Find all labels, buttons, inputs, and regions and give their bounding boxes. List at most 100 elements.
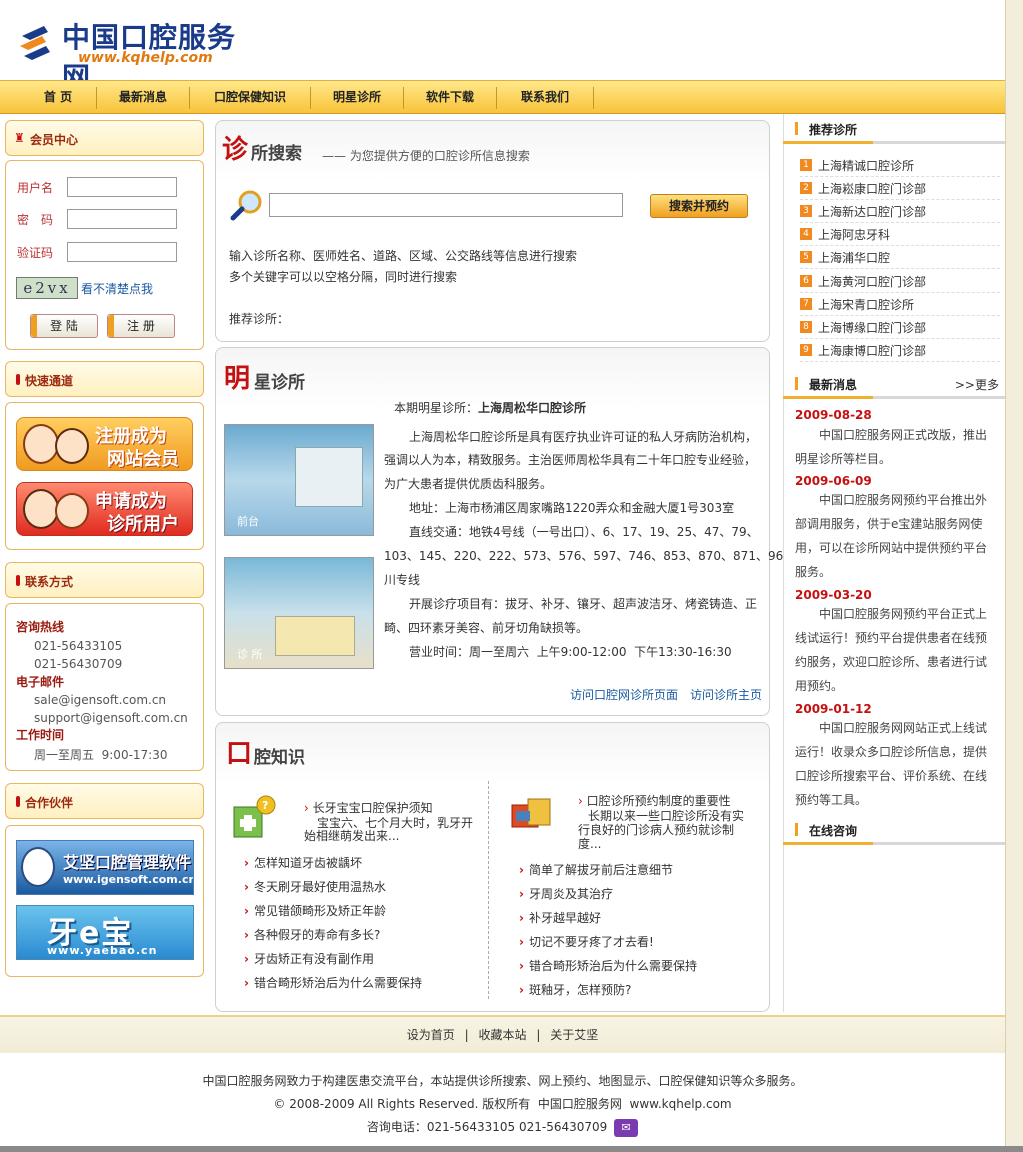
about-link[interactable]: 关于艾坚	[550, 1028, 598, 1042]
news-body[interactable]: 中国口腔服务网预约平台推出外部调用服务，供于e宝建站服务网使用，可以在诊所网站中…	[795, 488, 990, 584]
login-button[interactable]: 登 陆	[30, 314, 98, 338]
boy-face-icon	[55, 428, 89, 464]
set-homepage-link[interactable]: 设为首页	[407, 1028, 455, 1042]
password-label: 密 码	[17, 213, 54, 227]
news-more-link[interactable]: >>更多	[955, 376, 999, 393]
clinic-name: 上海黄河口腔门诊部	[818, 275, 927, 289]
bookmark-link[interactable]: 收藏本站	[478, 1028, 526, 1042]
nav-software[interactable]: 软件下载	[404, 81, 496, 113]
news-date: 2009-01-12	[795, 702, 872, 716]
recommend-item[interactable]: 6 上海黄河口腔门诊部	[800, 270, 1000, 293]
knowledge-link[interactable]: 冬天刷牙最好使用温热水	[244, 878, 386, 895]
knowledge-link[interactable]: 错合畸形矫治后为什么需要保持	[244, 974, 422, 991]
footer-copyright: © 2008-2009 All Rights Reserved. 版权所有 中国…	[273, 1097, 732, 1111]
clinic-photo-reception[interactable]: 前台	[224, 424, 374, 536]
knowledge-link[interactable]: 错合畸形矫治后为什么需要保持	[519, 957, 697, 974]
partner1-url: www.igensoft.com.cn	[63, 873, 194, 886]
magnifier-icon	[230, 190, 262, 221]
nav-contact[interactable]: 联系我们	[497, 81, 593, 113]
nav-star-clinic[interactable]: 明星诊所	[311, 81, 403, 113]
chat-icon[interactable]: ✉	[614, 1118, 639, 1137]
recommend-title: 推荐诊所	[809, 123, 858, 137]
recommend-item[interactable]: 4 上海阿忠牙科	[800, 223, 1000, 246]
nav-news[interactable]: 最新消息	[97, 81, 189, 113]
knowledge-title-big: 口	[226, 739, 253, 769]
title-bar-icon	[795, 823, 798, 836]
feature1-excerpt-2: 始相继萌发出来...	[304, 829, 400, 843]
column-divider	[488, 781, 489, 999]
nav-home[interactable]: 首 页	[20, 81, 96, 113]
news-body[interactable]: 中国口腔服务网网站正式上线试运行！收录众多口腔诊所信息，提供口腔诊所搜索平台、评…	[795, 716, 990, 812]
clinic-name: 上海宋青口腔诊所	[818, 298, 915, 312]
recommend-item[interactable]: 3 上海新达口腔门诊部	[800, 200, 1000, 223]
title-underline	[783, 141, 873, 144]
knowledge-link[interactable]: 怎样知道牙齿被龋坏	[244, 854, 362, 871]
rank-number: 6	[800, 275, 812, 287]
knowledge-link[interactable]: 补牙越早越好	[519, 909, 601, 926]
clinic-kit-icon	[511, 798, 551, 828]
nav-oral-care[interactable]: 口腔保健知识	[190, 81, 310, 113]
phone-2: 021-56430709	[34, 657, 123, 671]
clinic-traffic-2: 103、145、220、222、573、576、597、746、853、870、…	[384, 549, 815, 563]
hotline-label: 咨询热线	[16, 620, 65, 634]
clinic-photo-lobby[interactable]: 诊 所	[224, 557, 374, 669]
feature2-excerpt-3: 度...	[578, 837, 602, 851]
knowledge-link[interactable]: 常见错颌畸形及矫正年龄	[244, 902, 386, 919]
recommend-item[interactable]: 5 上海浦华口腔	[800, 246, 1000, 269]
quick-panel: 注册成为 网站会员 申请成为 诊所用户	[5, 402, 204, 550]
logo-url: www.kqhelp.com	[78, 50, 213, 66]
recommend-item[interactable]: 8 上海博缘口腔门诊部	[800, 316, 1000, 339]
knowledge-link[interactable]: 牙周炎及其治疗	[519, 885, 613, 902]
girl-face-icon	[23, 424, 59, 464]
site-logo[interactable]: 中国口腔服务网 www.kqhelp.com	[18, 14, 248, 94]
knowledge-link[interactable]: 斑釉牙，怎样预防?	[519, 981, 631, 998]
knowledge-link[interactable]: 简单了解拔牙前后注意细节	[519, 861, 673, 878]
register-button[interactable]: 注 册	[107, 314, 175, 338]
news-body[interactable]: 中国口腔服务网预约平台正式上线试运行！预约平台提供患者在线预约服务，欢迎口腔诊所…	[795, 602, 990, 698]
recommend-item[interactable]: 1 上海精诚口腔诊所	[800, 154, 1000, 177]
photo1-caption: 前台	[237, 515, 259, 528]
news-body[interactable]: 中国口腔服务网正式改版，推出明星诊所等栏目。	[795, 423, 990, 471]
knowledge-link[interactable]: 牙齿矫正有没有副作用	[244, 950, 374, 967]
captcha-refresh-link[interactable]: 看不清楚点我	[81, 280, 153, 297]
knowledge-link[interactable]: 切记不要牙疼了才去看!	[519, 933, 654, 950]
captcha-label: 验证码	[17, 246, 54, 260]
member-header: ♜ 会员中心	[5, 120, 204, 156]
clinic-search-panel: 诊 所搜索 —— 为您提供方便的口腔诊所信息搜索 搜索并预约 输入诊所名称、医师…	[215, 120, 770, 342]
email-1[interactable]: sale@igensoft.com.cn	[34, 693, 166, 707]
photo2-caption: 诊 所	[237, 648, 263, 661]
footer-phone-line: 咨询电话：021-56433105 021-56430709 ✉	[0, 1118, 1005, 1137]
password-input[interactable]	[67, 209, 177, 229]
rank-number: 2	[800, 182, 812, 194]
bullet-arrow-icon: ›	[304, 801, 313, 815]
rank-number: 8	[800, 321, 812, 333]
window-bottom-edge	[0, 1146, 1023, 1152]
current-star-label: 本期明星诊所：	[394, 401, 479, 415]
username-input[interactable]	[67, 177, 177, 197]
medicine-box-icon: ?	[233, 795, 276, 838]
current-star-name: 上海周松华口腔诊所	[478, 401, 587, 415]
email-2[interactable]: support@igensoft.com.cn	[34, 711, 188, 725]
recommend-item[interactable]: 9 上海康博口腔门诊部	[800, 339, 1000, 362]
clinic-traffic-1: 直线交通：地铁4号线（一号出口）、6、17、19、25、47、79、	[409, 525, 759, 539]
apply-clinic-banner[interactable]: 申请成为 诊所用户	[16, 482, 193, 536]
visit-clinic-page-link[interactable]: 访问口腔网诊所页面	[570, 686, 678, 703]
captcha-input[interactable]	[67, 242, 177, 262]
consult-header: 在线咨询	[783, 815, 1005, 845]
knowledge-link[interactable]: 各种假牙的寿命有多长?	[244, 926, 380, 943]
title-bullet-icon	[16, 575, 20, 586]
search-reserve-button[interactable]: 搜索并预约	[650, 194, 748, 218]
register-member-banner[interactable]: 注册成为 网站会员	[16, 417, 193, 471]
partner-igensoft-banner[interactable]: 艾坚口腔管理软件 www.igensoft.com.cn	[16, 840, 194, 895]
member-title: 会员中心	[30, 133, 79, 147]
recommend-item[interactable]: 7 上海宋青口腔诊所	[800, 293, 1000, 316]
star-clinic-panel: 明 星诊所 本期明星诊所：上海周松华口腔诊所 前台 诊 所 上海周松华口腔诊所是…	[215, 347, 815, 716]
quick-header: 快速通道	[5, 361, 204, 397]
search-tip-2: 多个关键字可以以空格分隔，同时进行搜索	[229, 270, 458, 284]
clinic-traffic-3: 川专线	[384, 573, 421, 587]
clinic-search-input[interactable]	[269, 193, 623, 217]
clinic-hours: 营业时间：周一至周六 上午9:00-12:00 下午13:30-16:30	[409, 645, 732, 659]
recommend-item[interactable]: 2 上海崧康口腔门诊部	[800, 177, 1000, 200]
visit-clinic-home-link[interactable]: 访问诊所主页	[690, 686, 762, 703]
partner-yaebao-banner[interactable]: 牙e宝 www.yaebao.cn	[16, 905, 194, 960]
